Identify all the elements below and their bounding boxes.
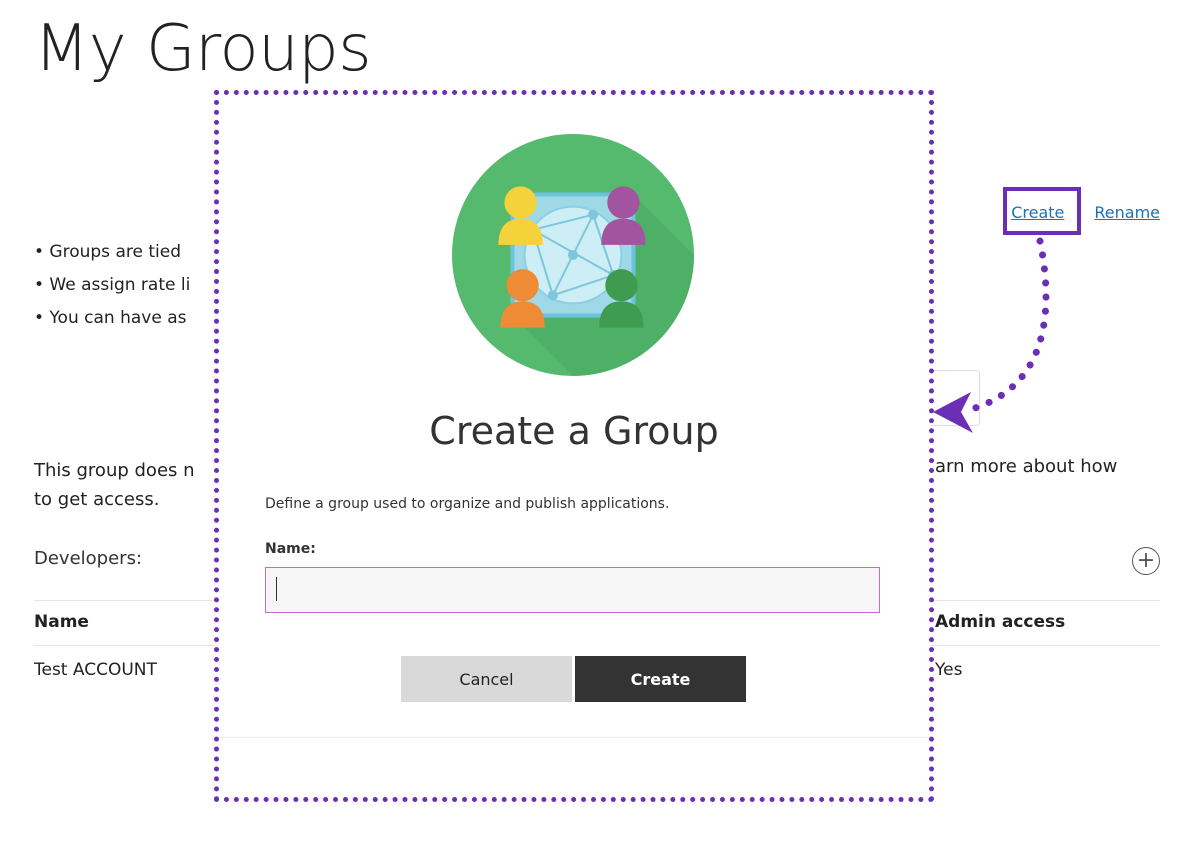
bullet-item: • You can have as [34, 308, 187, 328]
create-button[interactable]: Create [575, 656, 746, 702]
notice-line-right: arn more about how [935, 456, 1118, 477]
bullet-item: • We assign rate li [34, 275, 191, 295]
table-cell-admin-access: Yes [935, 660, 963, 680]
column-header-name: Name [34, 612, 89, 632]
background-panel-edge [930, 370, 980, 426]
text-cursor [276, 577, 277, 601]
notice-line: to get access. [34, 489, 160, 510]
bullet-item: • Groups are tied [34, 242, 181, 262]
column-header-admin-access: Admin access [935, 612, 1066, 632]
developers-label: Developers: [34, 548, 143, 569]
notice-line: This group does n [34, 460, 195, 481]
dialog-title: Create a Group [429, 409, 719, 453]
create-link-highlight [1003, 187, 1081, 235]
info-bullets: • Groups are tied • We assign rate li • … [34, 236, 190, 335]
name-field-label: Name: [265, 541, 316, 557]
add-developer-button[interactable]: + [1132, 547, 1160, 575]
create-group-dialog: Create a Group Define a group used to or… [217, 93, 931, 799]
group-name-input[interactable] [265, 567, 880, 613]
dialog-footer-divider [217, 737, 931, 738]
access-notice: This group does n to get access. [34, 456, 195, 514]
page-title: My Groups [34, 12, 372, 86]
rename-link[interactable]: Rename [1094, 203, 1160, 222]
table-cell-name: Test ACCOUNT [34, 660, 157, 680]
cancel-button[interactable]: Cancel [401, 656, 572, 702]
group-logo-icon [452, 134, 694, 376]
dialog-description: Define a group used to organize and publ… [265, 496, 670, 512]
plus-icon: + [1136, 548, 1156, 573]
